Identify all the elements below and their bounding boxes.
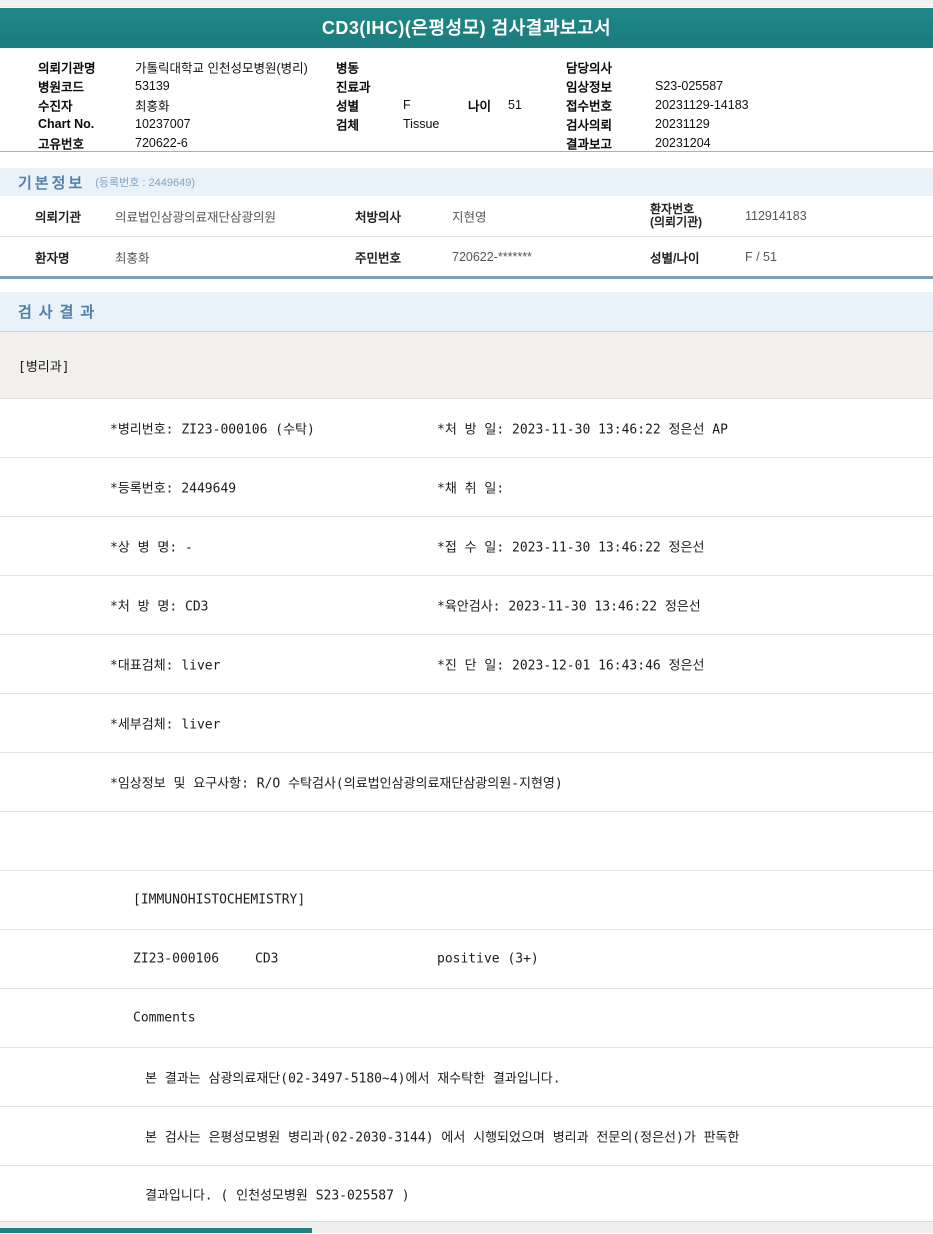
patient-header-row: 수진자 최홍화 성별 F 나이 51 접수번호 20231129-14183 (0, 95, 933, 114)
result-left: *대표검체: liver (110, 658, 221, 674)
result-right: *채 취 일: (437, 481, 505, 497)
result-left: *병리번호: ZI23-000106 (수탁) (110, 422, 315, 438)
field-label: 수진자 (38, 99, 73, 113)
test-results-title: 검사결과 (18, 304, 102, 321)
result-row: *세부검체: liver (0, 694, 933, 753)
field-label: 결과보고 (566, 137, 613, 151)
result-row: 결과입니다. ( 인천성모병원 S23-025587 ) (0, 1166, 933, 1221)
patient-header-row: 고유번호 720622-6 결과보고 20231204 (0, 133, 933, 152)
field-label: 접수번호 (566, 99, 613, 113)
basic-info-table: 의뢰기관 의료법인삼광의료재단삼광의원 처방의사 지현영 환자번호 (의뢰기관)… (0, 196, 933, 279)
footer-teal-bar (0, 1228, 312, 1233)
stain-result: positive (3+) (437, 951, 539, 967)
field-label: 진료과 (336, 80, 371, 94)
field-value: Tissue (403, 116, 440, 131)
result-right: *접 수 일: 2023-11-30 13:46:22 정은선 (437, 540, 705, 556)
field-label: 환자명 (35, 251, 70, 265)
report-page: CD3(IHC)(은평성모) 검사결과보고서 의뢰기관명 가톨릭대학교 인천성모… (0, 0, 933, 1234)
comment-line: 본 결과는 삼광의료재단(02-3497-5180~4)에서 재수탁한 결과입니… (145, 1071, 561, 1087)
result-row: *임상정보 및 요구사항: R/O 수탁검사(의료법인삼광의료재단삼광의원-지현… (0, 753, 933, 812)
field-label: Chart No. (38, 116, 95, 131)
field-value: 20231204 (655, 135, 711, 150)
result-row: *대표검체: liver *진 단 일: 2023-12-01 16:43:46… (0, 635, 933, 694)
specimen-number: ZI23-000106 (133, 951, 220, 967)
stain-name: CD3 (255, 951, 279, 967)
result-left: *처 방 명: CD3 (110, 599, 209, 615)
registration-number: (등록번호 : 2449649) (95, 177, 196, 189)
field-label: 임상정보 (566, 80, 613, 94)
patient-header-row: 의뢰기관명 가톨릭대학교 인천성모병원(병리) 병동 담당의사 (0, 57, 933, 76)
patient-header-row: Chart No. 10237007 검체 Tissue 검사의뢰 202311… (0, 114, 933, 133)
top-strip (0, 0, 933, 8)
comments-heading: Comments (133, 1010, 196, 1026)
result-right: *진 단 일: 2023-12-01 16:43:46 정은선 (437, 658, 705, 674)
result-left: *세부검체: liver (110, 717, 221, 733)
field-value: 최홍화 (135, 99, 170, 113)
field-label: 검체 (336, 118, 360, 132)
field-label: 주민번호 (355, 251, 402, 265)
field-value: 10237007 (135, 116, 191, 131)
result-row: *상 병 명: - *접 수 일: 2023-11-30 13:46:22 정은… (0, 517, 933, 576)
report-title: CD3(IHC)(은평성모) 검사결과보고서 (321, 18, 612, 38)
field-value: 51 (508, 97, 522, 112)
footer-band (0, 1221, 933, 1233)
result-left: *상 병 명: - (110, 540, 193, 556)
field-value: 20231129-14183 (655, 97, 749, 112)
table-row: 환자명 최홍화 주민번호 720622-******* 성별/나이 F / 51 (0, 236, 933, 276)
field-value: 53139 (135, 78, 170, 93)
result-row: *병리번호: ZI23-000106 (수탁) *처 방 일: 2023-11-… (0, 399, 933, 458)
patient-header-row: 병원코드 53139 진료과 임상정보 S23-025587 (0, 76, 933, 95)
immunohistochemistry-heading: [IMMUNOHISTOCHEMISTRY] (133, 892, 306, 908)
result-row: ZI23-000106 CD3 positive (3+) (0, 930, 933, 989)
comment-line: 본 검사는 은평성모병원 병리과(02-2030-3144) 에서 시행되었으며… (145, 1130, 740, 1146)
field-label: 검사의뢰 (566, 118, 613, 132)
basic-info-section-header: 기본정보 (등록번호 : 2449649) (0, 168, 933, 196)
field-value: 최홍화 (115, 251, 150, 265)
patient-header-block: 의뢰기관명 가톨릭대학교 인천성모병원(병리) 병동 담당의사 병원코드 531… (0, 48, 933, 151)
field-label: 처방의사 (355, 210, 402, 225)
department-label: [병리과] (18, 359, 70, 375)
field-value: 가톨릭대학교 인천성모병원(병리) (135, 61, 308, 75)
field-label: 고유번호 (38, 137, 85, 151)
field-label: 의뢰기관 (35, 210, 82, 225)
field-label: 성별/나이 (650, 251, 700, 265)
result-left: *등록번호: 2449649 (110, 481, 237, 497)
field-value: 112914183 (745, 209, 807, 223)
field-value: 720622-******* (452, 249, 532, 264)
field-label-line2: (의뢰기관) (650, 215, 703, 229)
result-row: 본 결과는 삼광의료재단(02-3497-5180~4)에서 재수탁한 결과입니… (0, 1048, 933, 1107)
field-label: 나이 (468, 99, 492, 113)
result-right: *육안검사: 2023-11-30 13:46:22 정은선 (437, 599, 701, 615)
result-left: *임상정보 및 요구사항: R/O 수탁검사(의료법인삼광의료재단삼광의원-지현… (110, 776, 563, 792)
field-value: 20231129 (655, 116, 710, 131)
field-value: 의료법인삼광의료재단삼광의원 (115, 210, 277, 225)
table-row: 의뢰기관 의료법인삼광의료재단삼광의원 처방의사 지현영 환자번호 (의뢰기관)… (0, 196, 933, 236)
result-row: *등록번호: 2449649 *채 취 일: (0, 458, 933, 517)
field-value: 720622-6 (135, 135, 188, 150)
result-row-empty (0, 812, 933, 871)
result-row: *처 방 명: CD3 *육안검사: 2023-11-30 13:46:22 정… (0, 576, 933, 635)
field-value: F (403, 97, 411, 112)
field-label: 환자번호 (의뢰기관) (650, 203, 702, 229)
basic-info-title: 기본정보 (18, 174, 86, 192)
field-value: S23-025587 (655, 78, 724, 93)
field-label: 의뢰기관명 (38, 61, 96, 75)
field-label: 담당의사 (566, 61, 613, 75)
result-row: 본 검사는 은평성모병원 병리과(02-2030-3144) 에서 시행되었으며… (0, 1107, 933, 1166)
result-row: [IMMUNOHISTOCHEMISTRY] (0, 871, 933, 930)
report-title-banner: CD3(IHC)(은평성모) 검사결과보고서 (0, 8, 933, 48)
field-label: 성별 (336, 99, 360, 113)
comment-line: 결과입니다. ( 인천성모병원 S23-025587 ) (145, 1188, 410, 1203)
field-value: F / 51 (745, 249, 777, 264)
result-right: *처 방 일: 2023-11-30 13:46:22 정은선 AP (437, 422, 728, 438)
field-label: 병동 (336, 61, 360, 75)
department-band: [병리과] (0, 332, 933, 399)
result-row: Comments (0, 989, 933, 1048)
field-label: 병원코드 (38, 80, 85, 94)
test-results-section-header: 검사결과 (0, 292, 933, 332)
field-value: 지현영 (452, 210, 487, 225)
